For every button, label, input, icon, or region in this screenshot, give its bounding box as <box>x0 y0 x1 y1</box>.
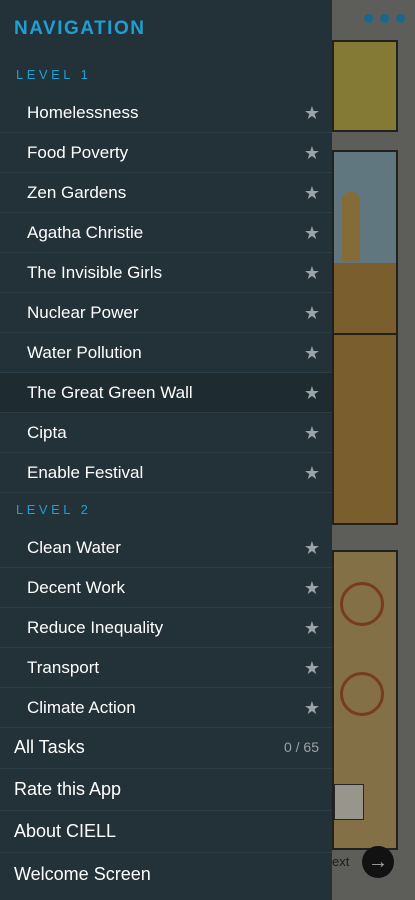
nav-item-label: Cipta <box>27 422 67 442</box>
star-icon[interactable]: ★ <box>304 222 320 244</box>
nav-item-label: Transport <box>27 657 100 677</box>
nav-item-cipta[interactable]: Cipta ★ <box>0 413 332 453</box>
star-icon[interactable]: ★ <box>304 577 320 599</box>
about-label: About CIELL <box>14 821 117 841</box>
nav-item-zen-gardens[interactable]: Zen Gardens ★ <box>0 173 332 213</box>
drawer-title: NAVIGATION <box>14 18 146 39</box>
nav-item-clean-water[interactable]: Clean Water ★ <box>0 528 332 568</box>
nav-item-reduce-inequality[interactable]: Reduce Inequality ★ <box>0 608 332 648</box>
nav-item-label: Reduce Inequality <box>27 617 164 637</box>
star-icon[interactable]: ★ <box>304 182 320 204</box>
rate-app-label: Rate this App <box>14 779 122 799</box>
nav-item-label: Homelessness <box>27 102 139 122</box>
nav-item-food-poverty[interactable]: Food Poverty ★ <box>0 133 332 173</box>
nav-item-invisible-girls[interactable]: The Invisible Girls ★ <box>0 253 332 293</box>
navigation-drawer: NAVIGATION LEVEL 1 Homelessness ★ Food P… <box>0 0 332 900</box>
nav-item-enable-festival[interactable]: Enable Festival ★ <box>0 453 332 493</box>
star-icon[interactable]: ★ <box>304 422 320 444</box>
nav-item-label: Food Poverty <box>27 142 129 162</box>
nav-item-label: Enable Festival <box>27 462 144 482</box>
star-icon[interactable]: ★ <box>304 537 320 559</box>
level-1-heading: LEVEL 1 <box>16 67 92 82</box>
star-icon[interactable]: ★ <box>304 302 320 324</box>
star-icon[interactable]: ★ <box>304 102 320 124</box>
nav-item-label: Zen Gardens <box>27 182 127 202</box>
star-icon[interactable]: ★ <box>304 462 320 484</box>
menu-all-tasks[interactable]: All Tasks 0 / 65 <box>0 727 332 769</box>
nav-item-homelessness[interactable]: Homelessness ★ <box>0 93 332 133</box>
nav-item-agatha-christie[interactable]: Agatha Christie ★ <box>0 213 332 253</box>
nav-item-label: Climate Action <box>27 697 136 717</box>
menu-rate-app[interactable]: Rate this App <box>0 769 332 811</box>
level-2-heading: LEVEL 2 <box>16 502 92 517</box>
nav-item-water-pollution[interactable]: Water Pollution ★ <box>0 333 332 373</box>
nav-item-great-green-wall[interactable]: The Great Green Wall ★ <box>0 373 332 413</box>
star-icon[interactable]: ★ <box>304 262 320 284</box>
star-icon[interactable]: ★ <box>304 342 320 364</box>
all-tasks-label: All Tasks <box>14 737 85 757</box>
welcome-label: Welcome Screen <box>14 863 151 884</box>
nav-item-transport[interactable]: Transport ★ <box>0 648 332 688</box>
star-icon[interactable]: ★ <box>304 657 320 679</box>
nav-item-label: Nuclear Power <box>27 302 139 322</box>
nav-item-label: Clean Water <box>27 537 121 557</box>
star-icon[interactable]: ★ <box>304 697 320 719</box>
nav-item-climate-action[interactable]: Climate Action ★ <box>0 688 332 728</box>
nav-item-label: The Great Green Wall <box>27 382 193 402</box>
nav-item-nuclear-power[interactable]: Nuclear Power ★ <box>0 293 332 333</box>
menu-about[interactable]: About CIELL <box>0 811 332 853</box>
nav-item-label: The Invisible Girls <box>27 262 163 282</box>
nav-item-decent-work[interactable]: Decent Work ★ <box>0 568 332 608</box>
nav-item-label: Agatha Christie <box>27 222 144 242</box>
star-icon[interactable]: ★ <box>304 142 320 164</box>
star-icon[interactable]: ★ <box>304 617 320 639</box>
star-icon[interactable]: ★ <box>304 382 320 404</box>
menu-welcome-screen[interactable]: Welcome Screen <box>0 853 332 895</box>
nav-item-label: Decent Work <box>27 577 125 597</box>
task-count: 0 / 65 <box>283 739 319 755</box>
nav-item-label: Water Pollution <box>27 342 142 362</box>
